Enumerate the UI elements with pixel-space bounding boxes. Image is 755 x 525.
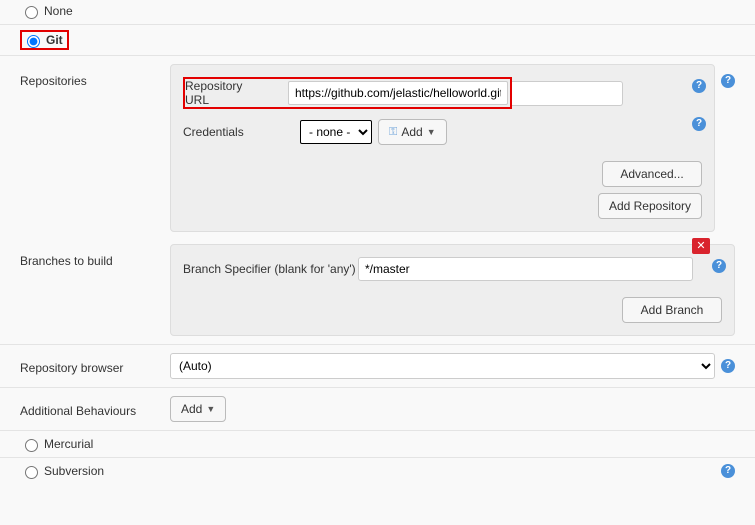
additional-behaviours-label: Additional Behaviours xyxy=(20,400,170,418)
credentials-select[interactable]: - none - xyxy=(300,120,372,144)
caret-down-icon: ▼ xyxy=(427,127,436,137)
add-branch-button[interactable]: Add Branch xyxy=(622,297,722,323)
repo-browser-label: Repository browser xyxy=(20,357,170,375)
help-icon[interactable]: ? xyxy=(692,117,706,131)
repo-url-input[interactable] xyxy=(288,81,508,105)
scm-git-label: Git xyxy=(46,33,63,47)
branch-specifier-label: Branch Specifier (blank for 'any') xyxy=(183,262,358,276)
help-icon[interactable]: ? xyxy=(721,464,735,478)
help-icon[interactable]: ? xyxy=(721,74,735,88)
scm-radio-none[interactable] xyxy=(25,6,38,19)
repo-url-label: Repository URL xyxy=(185,79,288,107)
scm-radio-subversion[interactable] xyxy=(25,466,38,479)
repositories-label: Repositories xyxy=(20,64,170,232)
scm-none-label: None xyxy=(44,4,73,18)
repo-browser-select[interactable]: (Auto) xyxy=(170,353,715,379)
repositories-panel: ? ? Repository URL Credentials - none - … xyxy=(170,64,715,232)
repo-url-input-ext[interactable] xyxy=(512,81,623,106)
scm-radio-git[interactable] xyxy=(27,35,40,48)
close-icon[interactable]: ✕ xyxy=(692,238,710,254)
key-icon: ⚿ xyxy=(389,126,397,139)
scm-radio-mercurial[interactable] xyxy=(25,439,38,452)
help-icon[interactable]: ? xyxy=(692,79,706,93)
add-repository-button[interactable]: Add Repository xyxy=(598,193,702,219)
branch-specifier-input[interactable] xyxy=(358,257,693,281)
help-icon[interactable]: ? xyxy=(712,259,726,273)
scm-mercurial-label: Mercurial xyxy=(44,437,93,451)
add-behaviour-button[interactable]: Add ▼ xyxy=(170,396,226,422)
advanced-button[interactable]: Advanced... xyxy=(602,161,702,187)
add-credentials-button[interactable]: ⚿ Add ▼ xyxy=(378,119,447,145)
branches-panel: ✕ ? Branch Specifier (blank for 'any') A… xyxy=(170,244,735,336)
caret-down-icon: ▼ xyxy=(206,404,215,414)
help-icon[interactable]: ? xyxy=(721,359,735,373)
scm-subversion-label: Subversion xyxy=(44,464,104,478)
branches-label: Branches to build xyxy=(20,244,170,336)
credentials-label: Credentials xyxy=(183,125,300,139)
